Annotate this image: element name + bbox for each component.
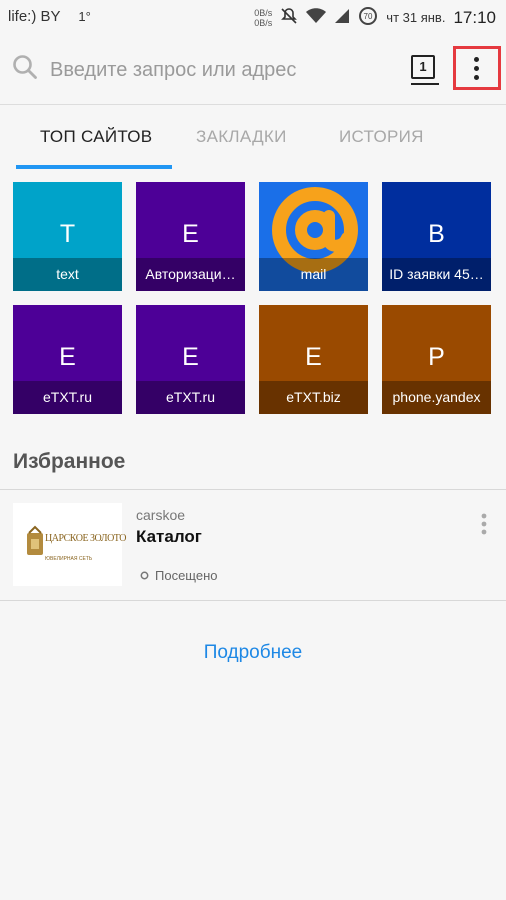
mute-icon bbox=[280, 7, 298, 28]
tabs-button-underline bbox=[411, 83, 439, 85]
top-site-tile[interactable]: E Авторизаци… bbox=[136, 182, 245, 291]
divider bbox=[0, 600, 506, 601]
search-input[interactable] bbox=[48, 54, 382, 86]
svg-text:70: 70 bbox=[364, 12, 373, 21]
more-link[interactable]: Подробнее bbox=[0, 642, 506, 664]
tab-history[interactable]: ИСТОРИЯ bbox=[339, 104, 424, 168]
tabs-count-button[interactable]: 1 bbox=[411, 55, 435, 79]
top-site-tile[interactable]: T text bbox=[13, 182, 122, 291]
page-tabs: ТОП САЙТОВ ЗАКЛАДКИ ИСТОРИЯ bbox=[0, 104, 506, 169]
favorite-status: Посещено bbox=[140, 568, 218, 583]
overflow-menu-button[interactable] bbox=[453, 46, 501, 90]
status-date: чт 31 янв. bbox=[386, 10, 446, 25]
status-time: 17:10 bbox=[453, 7, 496, 27]
favorite-domain: carskoe bbox=[136, 507, 186, 523]
active-tab-indicator bbox=[16, 165, 172, 169]
battery-icon: 70 bbox=[358, 6, 378, 29]
top-site-tile[interactable]: E eTXT.ru bbox=[136, 305, 245, 414]
tab-top-sites[interactable]: ТОП САЙТОВ bbox=[40, 104, 152, 168]
favorites-heading: Избранное bbox=[13, 450, 126, 473]
top-site-tile[interactable]: E eTXT.ru bbox=[13, 305, 122, 414]
top-site-tile[interactable]: B ID заявки 45… bbox=[382, 182, 491, 291]
signal-extra: 1° bbox=[78, 9, 91, 24]
top-site-tile[interactable]: mail bbox=[259, 182, 368, 291]
top-site-tile[interactable]: P phone.yandex bbox=[382, 305, 491, 414]
cell-signal-icon bbox=[334, 8, 350, 27]
favorite-card[interactable]: ЦАРСКОЕ ЗОЛОТО ЮВЕЛИРНАЯ СЕТЬ carskoe Ка… bbox=[0, 490, 506, 600]
carrier-name: life:) BY bbox=[8, 8, 61, 25]
favorite-more-icon[interactable] bbox=[480, 512, 488, 541]
carskoe-logo bbox=[27, 525, 43, 555]
site-thumbnail: ЦАРСКОЕ ЗОЛОТО ЮВЕЛИРНАЯ СЕТЬ bbox=[13, 503, 126, 586]
favorite-title: Каталог bbox=[136, 527, 202, 546]
tab-bookmarks[interactable]: ЗАКЛАДКИ bbox=[196, 104, 287, 168]
status-bar: life:) BY 1° 0B/s 0B/s 70 чт 31 янв. 17:… bbox=[0, 0, 506, 34]
wifi-icon bbox=[306, 8, 327, 27]
search-icon bbox=[12, 54, 38, 85]
network-speed: 0B/s 0B/s bbox=[254, 7, 273, 28]
browser-toolbar: 1 bbox=[0, 34, 506, 105]
visited-icon bbox=[140, 568, 149, 583]
top-site-tile[interactable]: E eTXT.biz bbox=[259, 305, 368, 414]
